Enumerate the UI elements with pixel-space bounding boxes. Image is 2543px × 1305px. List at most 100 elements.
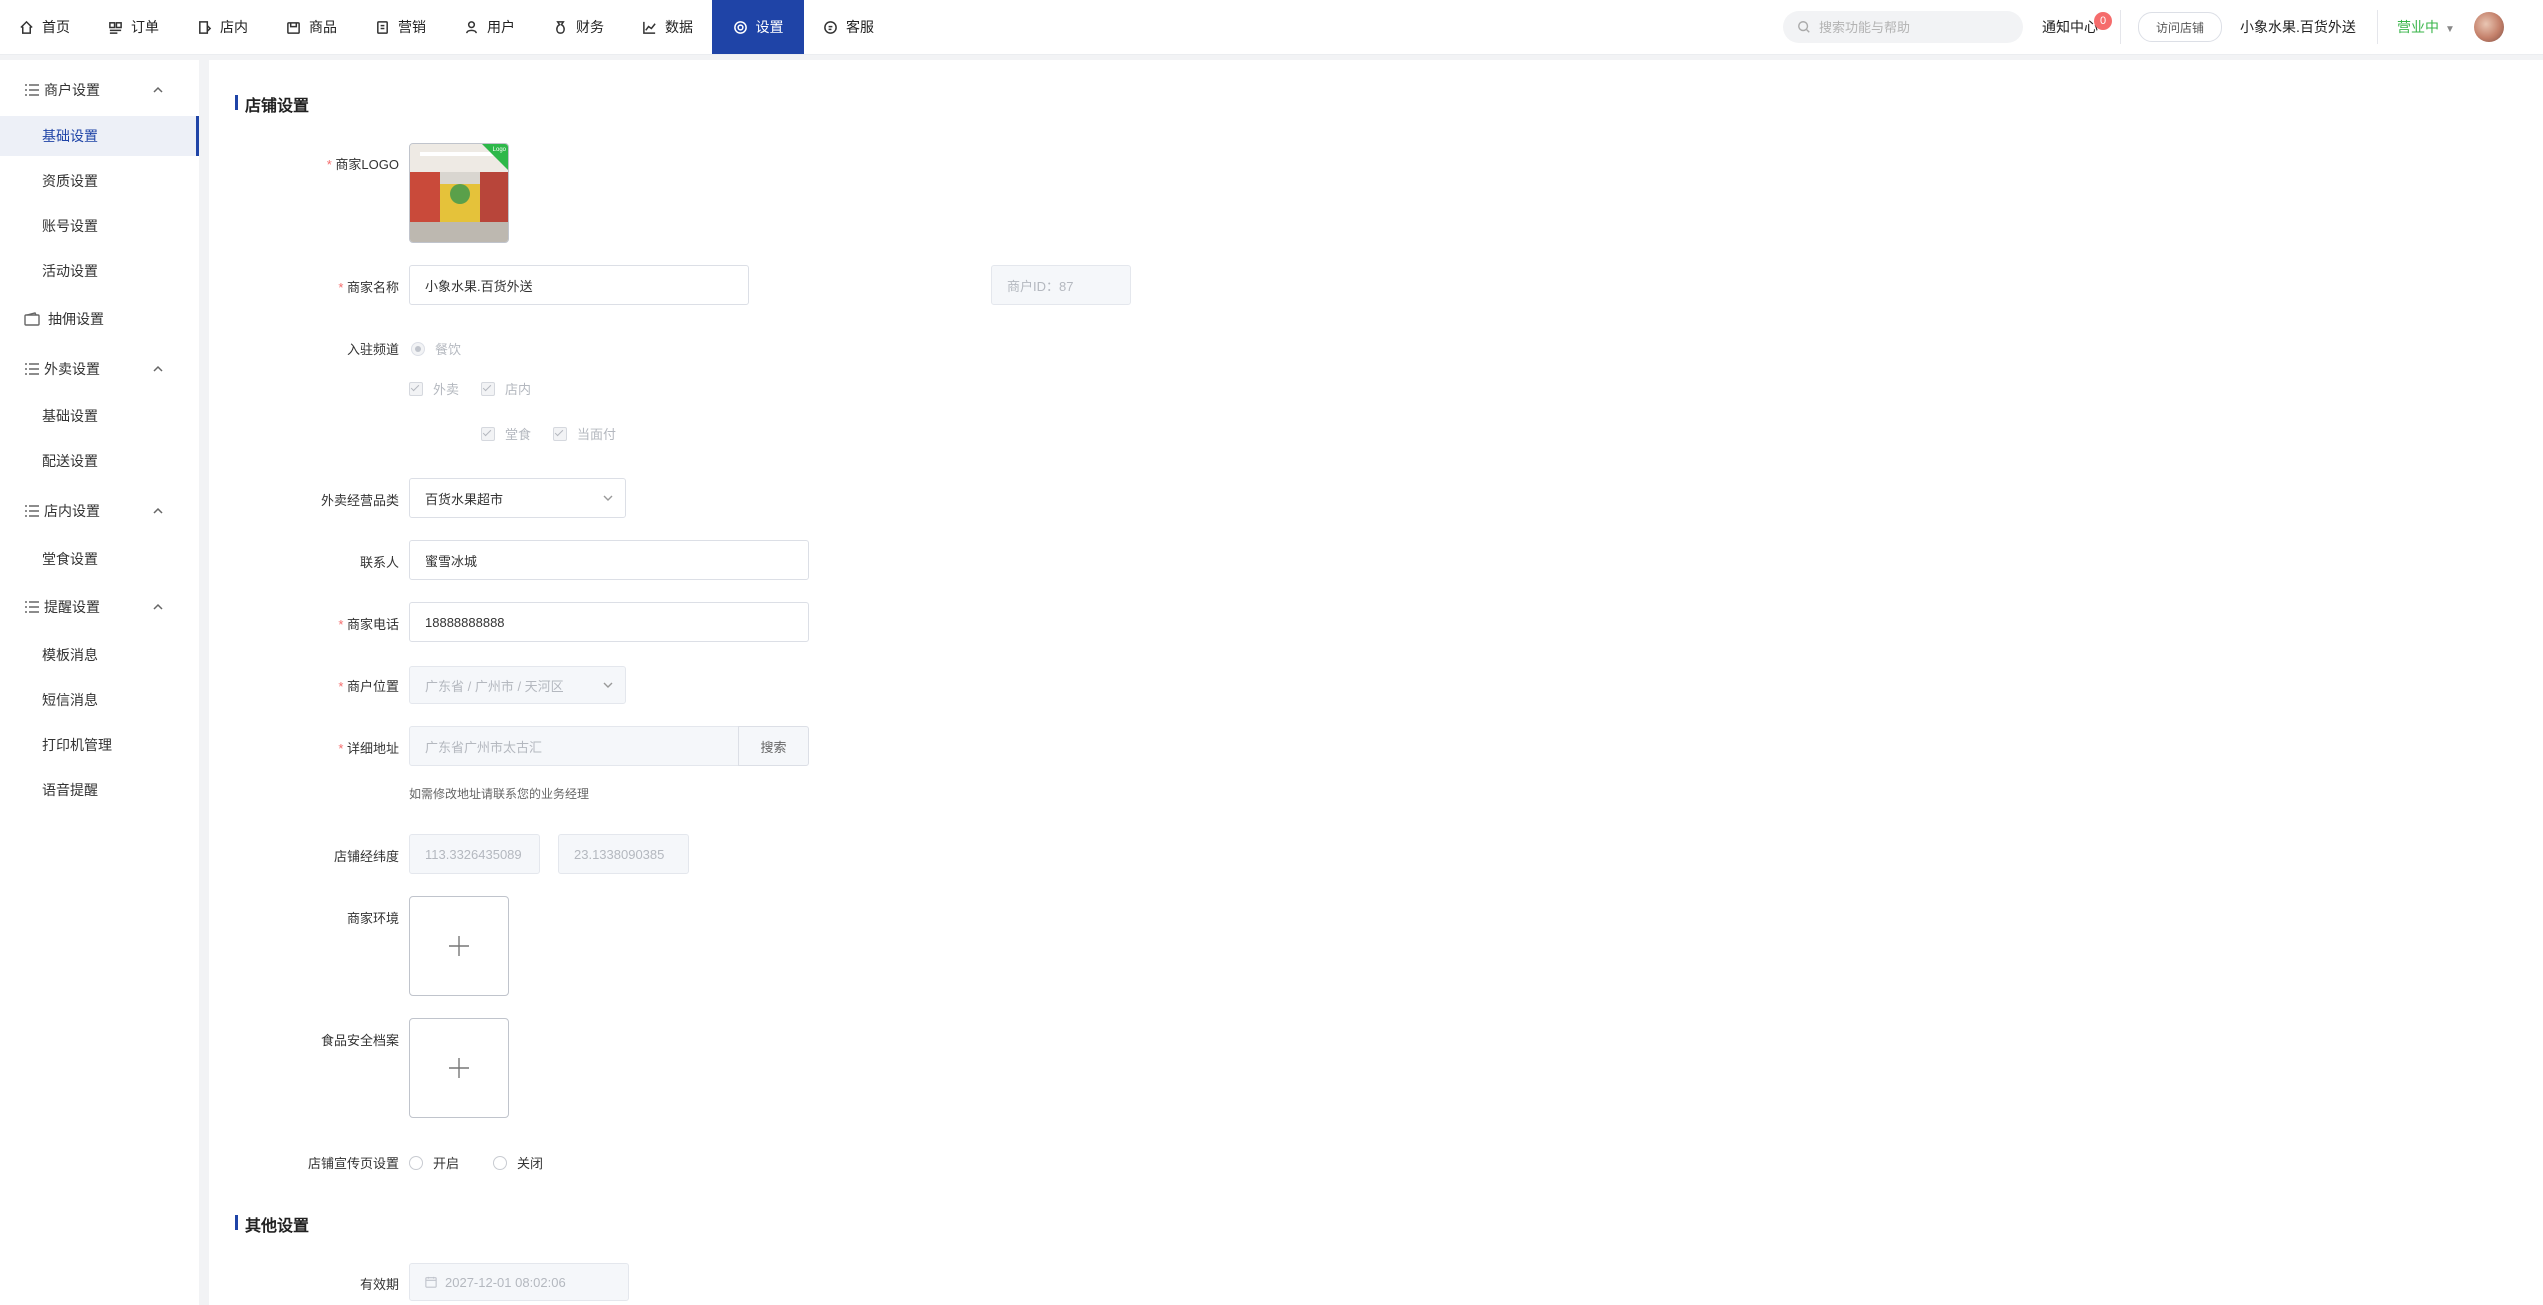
user-icon bbox=[466, 20, 477, 33]
sidebar-group-instore[interactable]: 店内设置 bbox=[0, 493, 199, 529]
sidebar-item-activity[interactable]: 活动设置 bbox=[0, 251, 199, 291]
logo-upload[interactable]: Logo bbox=[409, 143, 509, 243]
group-label: 外卖设置 bbox=[44, 361, 100, 377]
nav-label: 设置 bbox=[755, 19, 784, 35]
chat-icon bbox=[824, 20, 837, 34]
main-nav: 首页 订单 店内 商品 营销 用户 财务 数据 设置 客服 bbox=[0, 0, 893, 54]
sidebar-item-template-msg[interactable]: 模板消息 bbox=[0, 635, 199, 675]
sidebar-item-delivery-basic[interactable]: 基础设置 bbox=[0, 396, 199, 436]
category-select[interactable]: 百货水果超市 bbox=[409, 478, 626, 518]
plus-icon bbox=[449, 1058, 469, 1078]
sidebar-item-sms[interactable]: 短信消息 bbox=[0, 680, 199, 720]
nav-home[interactable]: 首页 bbox=[0, 0, 89, 54]
checkbox-dine-in: 堂食 bbox=[481, 424, 531, 443]
nav-store[interactable]: 店内 bbox=[178, 0, 267, 54]
finance-icon bbox=[556, 20, 565, 34]
visit-store-button[interactable]: 访问店铺 bbox=[2138, 12, 2222, 42]
list-icon bbox=[25, 505, 39, 517]
calendar-icon bbox=[425, 1276, 437, 1288]
list-icon bbox=[25, 363, 39, 375]
checkbox-box bbox=[553, 426, 567, 441]
caret-down-icon: ▼ bbox=[2445, 24, 2455, 35]
nav-data[interactable]: 数据 bbox=[623, 0, 712, 54]
sidebar-group-reminder[interactable]: 提醒设置 bbox=[0, 589, 199, 625]
environment-label: 商家环境 bbox=[346, 911, 399, 926]
sidebar: 商户设置 基础设置 资质设置 账号设置 活动设置 抽佣设置 外卖设置 基础设置 … bbox=[0, 60, 199, 1305]
address-search-button[interactable]: 搜索 bbox=[738, 726, 809, 766]
top-navbar: 首页 订单 店内 商品 营销 用户 财务 数据 设置 客服 搜索功能与帮助 通知… bbox=[0, 0, 2543, 55]
contact-input[interactable]: 蜜雪冰城 bbox=[409, 540, 809, 580]
search-input[interactable] bbox=[1817, 18, 2011, 36]
nav-finance[interactable]: 财务 bbox=[534, 0, 623, 54]
longitude-field: 113.3326435089 bbox=[409, 834, 540, 874]
shop-name: 小象水果.百货外送 bbox=[2240, 19, 2356, 35]
nav-label: 客服 bbox=[846, 19, 874, 35]
chevron-up-icon bbox=[153, 86, 163, 93]
group-label: 抽佣设置 bbox=[48, 311, 104, 327]
list-icon bbox=[25, 601, 39, 613]
group-label: 提醒设置 bbox=[44, 599, 100, 615]
nav-orders[interactable]: 订单 bbox=[89, 0, 178, 54]
chevron-up-icon bbox=[153, 365, 163, 372]
sidebar-item-voice[interactable]: 语音提醒 bbox=[0, 770, 199, 810]
phone-label: 商家电话 bbox=[209, 614, 399, 633]
radio-circle bbox=[411, 341, 425, 356]
expiry-date-field: 2027-12-01 08:02:06 bbox=[409, 1263, 629, 1301]
business-status-dropdown[interactable]: 营业中 ▼ bbox=[2397, 17, 2455, 37]
nav-service[interactable]: 客服 bbox=[804, 0, 893, 54]
food-safety-upload[interactable] bbox=[409, 1018, 509, 1118]
logo-tag: Logo bbox=[492, 147, 506, 153]
checkbox-face-pay: 当面付 bbox=[553, 424, 616, 443]
sidebar-item-account[interactable]: 账号设置 bbox=[0, 206, 199, 246]
checkbox-takeout: 外卖 bbox=[409, 379, 459, 398]
search-icon bbox=[1798, 21, 1810, 33]
nav-label: 财务 bbox=[576, 19, 604, 35]
sidebar-item-dine-in[interactable]: 堂食设置 bbox=[0, 539, 199, 579]
environment-upload[interactable] bbox=[409, 896, 509, 996]
chevron-up-icon bbox=[153, 603, 163, 610]
chart-icon bbox=[643, 21, 656, 34]
nav-label: 用户 bbox=[487, 19, 515, 35]
nav-settings[interactable]: 设置 bbox=[712, 0, 804, 54]
chevron-up-icon bbox=[153, 507, 163, 514]
phone-input[interactable]: 18888888888 bbox=[409, 602, 809, 642]
checkbox-instore: 店内 bbox=[481, 379, 531, 398]
contact-label: 联系人 bbox=[359, 555, 399, 570]
avatar[interactable] bbox=[2474, 12, 2504, 42]
wallet-icon bbox=[24, 312, 40, 326]
group-label: 商户设置 bbox=[44, 82, 100, 98]
nav-goods[interactable]: 商品 bbox=[267, 0, 356, 54]
sidebar-group-merchant[interactable]: 商户设置 bbox=[0, 72, 199, 108]
nav-label: 数据 bbox=[665, 19, 693, 35]
promo-radio-off[interactable]: 关闭 bbox=[493, 1153, 543, 1172]
notice-center-link[interactable]: 通知中心 bbox=[2042, 17, 2098, 37]
store-icon bbox=[199, 20, 212, 34]
merchant-name-input[interactable]: 小象水果.百货外送 bbox=[409, 265, 749, 305]
location-cascader: 广东省 / 广州市 / 天河区 bbox=[409, 666, 626, 704]
nav-users[interactable]: 用户 bbox=[445, 0, 534, 54]
sidebar-item-basic-settings[interactable]: 基础设置 bbox=[0, 116, 199, 156]
food-safety-label: 食品安全档案 bbox=[320, 1033, 399, 1048]
nav-label: 商品 bbox=[309, 19, 337, 35]
sidebar-item-dispatch[interactable]: 配送设置 bbox=[0, 441, 199, 481]
divider bbox=[2377, 10, 2378, 44]
checkbox-box bbox=[481, 381, 495, 396]
nav-marketing[interactable]: 营销 bbox=[356, 0, 445, 54]
chevron-down-icon bbox=[603, 682, 613, 688]
promo-radio-on[interactable]: 开启 bbox=[409, 1153, 459, 1172]
radio-circle bbox=[493, 1155, 507, 1170]
status-label: 营业中 bbox=[2397, 19, 2439, 35]
sidebar-item-printer[interactable]: 打印机管理 bbox=[0, 725, 199, 765]
checkbox-box bbox=[409, 381, 423, 396]
coords-label: 店铺经纬度 bbox=[333, 849, 399, 864]
home-icon bbox=[20, 20, 33, 34]
marketing-icon bbox=[377, 20, 388, 34]
sidebar-group-delivery[interactable]: 外卖设置 bbox=[0, 351, 199, 387]
checkbox-box bbox=[481, 426, 495, 441]
sidebar-item-qualification[interactable]: 资质设置 bbox=[0, 161, 199, 201]
main-content: 店铺设置 商家LOGO Logo 商家名称 小象水果.百货外送 商户ID：87 … bbox=[209, 60, 2543, 1305]
category-label: 外卖经营品类 bbox=[320, 493, 399, 508]
search-box[interactable] bbox=[1783, 11, 2023, 43]
radio-circle bbox=[409, 1155, 423, 1170]
sidebar-group-commission[interactable]: 抽佣设置 bbox=[0, 301, 199, 337]
